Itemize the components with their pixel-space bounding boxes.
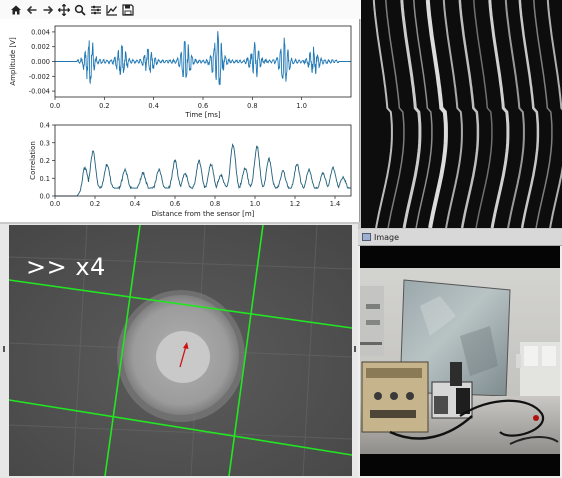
waterfall-stripe [488, 0, 510, 229]
correlation-xtick-label: 0.6 [170, 200, 181, 208]
correlation-xtick-label: 1.2 [290, 200, 301, 208]
correlation-ytick-label: 0.4 [40, 122, 51, 130]
back-icon[interactable] [24, 2, 39, 17]
signal-plot-window: 0.004 0.002 0.000 -0.002 -0.004 0.0 0.2 0.4 0.6 0… [0, 0, 368, 222]
configure-subplots-icon[interactable] [88, 2, 103, 17]
pan-icon[interactable] [56, 2, 71, 17]
correlation-xtick-label: 1.0 [250, 200, 261, 208]
amplitude-xtick-label: 0.2 [99, 102, 110, 110]
amplitude-xtick-label: 0.0 [50, 102, 61, 110]
zoom-view-panel: >> x4 [0, 224, 358, 478]
image-window: Image [358, 229, 562, 478]
correlation-ytick-label: 0.1 [40, 175, 51, 183]
correlation-ytick-label: 0.3 [40, 139, 51, 147]
splitter-handle-left[interactable] [3, 346, 5, 352]
correlation-ytick-label: 0.2 [40, 157, 51, 165]
edit-axis-icon[interactable] [104, 2, 119, 17]
forward-icon[interactable] [40, 2, 55, 17]
correlation-axes-frame [54, 124, 352, 197]
amplitude-xlabel: Time [ms] [184, 111, 221, 119]
amplitude-ylabel: Amplitude [V] [9, 37, 17, 86]
amplitude-series-line [55, 31, 351, 86]
plot-toolbar [0, 0, 368, 19]
amplitude-chart: 0.004 0.002 0.000 -0.002 -0.0040.0 0.2 0.4 0.6 0… [9, 25, 352, 119]
waterfall-stripe [385, 0, 405, 229]
zoom-camera-view: >> x4 [9, 225, 352, 476]
correlation-xtick-label: 0.8 [210, 200, 221, 208]
correlation-ylabel: Correlation [29, 141, 37, 180]
lab-photo [360, 246, 560, 476]
correlation-xtick-label: 0.2 [90, 200, 101, 208]
correlation-ytick-label: 0.0 [40, 193, 51, 201]
amplitude-ytick-label: 0.000 [31, 58, 50, 66]
correlation-xtick-label: 1.4 [330, 200, 341, 208]
waterfall-display [361, 0, 562, 229]
waterfall-stripe [546, 0, 562, 229]
correlation-xlabel: Distance from the sensor [m] [152, 210, 255, 218]
waterfall-stripe [504, 0, 525, 229]
zoom-icon[interactable] [72, 2, 87, 17]
correlation-chart: 0.4 0.3 0.2 0.1 0.00.0 0.2 0.4 0.6 0.8 1.0 1.2 1.4 D… [29, 122, 352, 218]
image-titlebar[interactable]: Image [358, 229, 562, 246]
amplitude-xtick-label: 0.8 [247, 102, 258, 110]
image-window-title: Image [374, 232, 400, 242]
amplitude-ytick-label: -0.004 [29, 88, 50, 96]
camera-image [360, 246, 560, 476]
amplitude-xtick-label: 0.6 [198, 102, 209, 110]
amplitude-ytick-label: -0.002 [29, 73, 50, 81]
save-icon[interactable] [120, 2, 135, 17]
waterfall-stripe [458, 0, 480, 229]
amplitude-ytick-label: 0.004 [31, 28, 50, 36]
correlation-xtick-label: 0.4 [130, 200, 141, 208]
waterfall-stripes [372, 0, 562, 229]
correlation-xtick-label: 0.0 [50, 200, 61, 208]
correlation-series-line [55, 143, 351, 197]
amplitude-xtick-label: 1.0 [296, 102, 307, 110]
image-window-icon [362, 233, 371, 241]
amplitude-ytick-label: 0.002 [31, 43, 50, 51]
amplitude-xtick-label: 0.4 [148, 102, 159, 110]
waterfall-stripe [413, 0, 433, 229]
zoom-factor-label: >> x4 [26, 253, 106, 281]
plot-canvas: 0.0040.0020.000-0.002-0.0040.0 0.2 0.4 0.6 0… [9, 25, 352, 218]
home-icon[interactable] [8, 2, 23, 17]
splitter-handle-right[interactable] [354, 346, 356, 352]
